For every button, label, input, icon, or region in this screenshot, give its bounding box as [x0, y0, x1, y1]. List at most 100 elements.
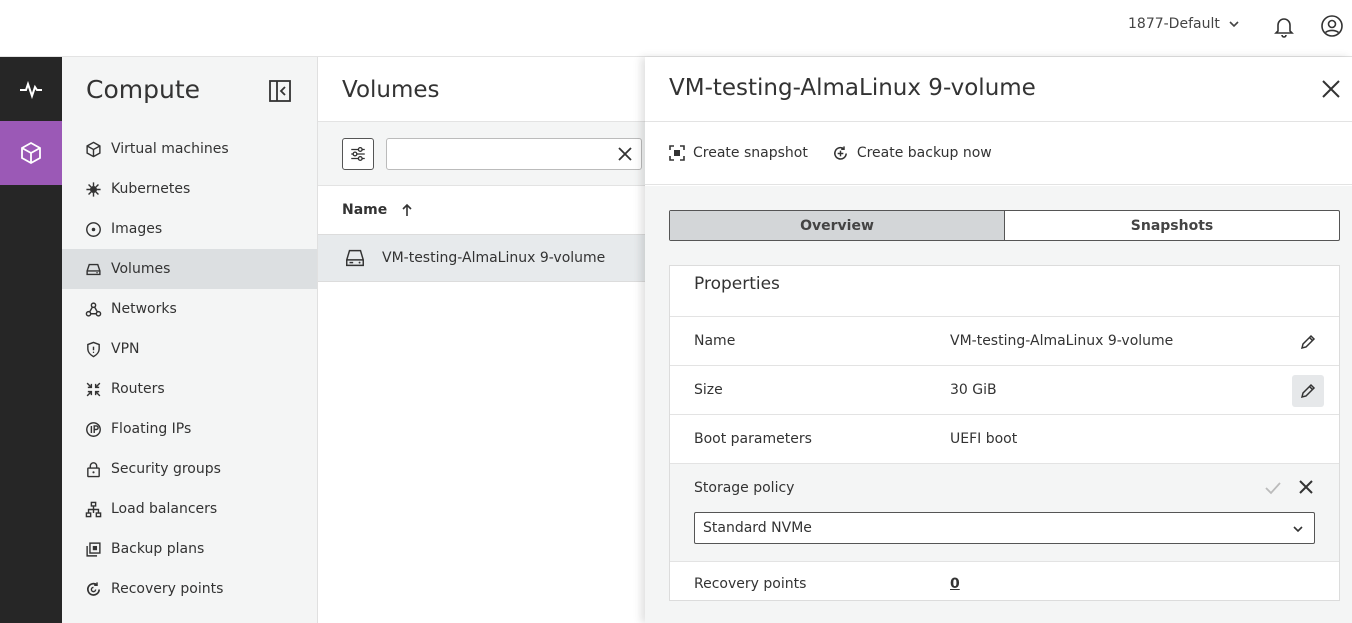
sidebar-item-vpn[interactable]: VPN	[62, 329, 317, 369]
property-value: 30 GiB	[950, 382, 997, 398]
property-name: Name VM-testing-AlmaLinux 9-volume	[670, 316, 1339, 365]
sidebar-item-backup-plans[interactable]: Backup plans	[62, 529, 317, 569]
storage-policy-select[interactable]: Standard NVMe	[694, 512, 1315, 544]
sidebar-item-label: Load balancers	[111, 501, 218, 517]
drawer-body: Overview Snapshots Properties Name VM-te…	[645, 186, 1352, 623]
property-label: Size	[694, 382, 723, 398]
create-backup-label: Create backup now	[856, 145, 992, 161]
chevron-down-icon	[1293, 526, 1303, 533]
sidebar-item-routers[interactable]: Routers	[62, 369, 317, 409]
sidebar-item-images[interactable]: Images	[62, 209, 317, 249]
edit-name-button[interactable]	[1292, 326, 1324, 358]
sidebar-item-kubernetes[interactable]: Kubernetes	[62, 169, 317, 209]
bell-icon	[1274, 18, 1294, 38]
property-label: Name	[694, 333, 736, 349]
tab-snapshots[interactable]: Snapshots	[1005, 211, 1339, 240]
volume-name: VM-testing-AlmaLinux 9-volume	[382, 250, 606, 266]
pencil-icon	[1300, 334, 1316, 350]
sidebar-item-label: Recovery points	[111, 581, 224, 597]
page-title: Volumes	[342, 77, 440, 103]
sidebar-item-label: Floating IPs	[111, 421, 192, 437]
sidebar-item-recovery-points[interactable]: Recovery points	[62, 569, 317, 609]
sidebar-item-security-groups[interactable]: Security groups	[62, 449, 317, 489]
property-size: Size 30 GiB	[670, 365, 1339, 414]
create-backup-button[interactable]: Create backup now	[832, 145, 992, 162]
property-label: Boot parameters	[694, 431, 812, 447]
sidebar-item-volumes[interactable]: Volumes	[62, 249, 317, 289]
check-icon[interactable]	[1264, 479, 1282, 497]
property-label: Storage policy	[694, 480, 795, 496]
column-header-name[interactable]: Name	[342, 202, 413, 218]
volume-detail-drawer: VM-testing-AlmaLinux 9-volume Create sna…	[645, 57, 1352, 623]
helm-icon	[85, 181, 102, 198]
network-icon	[85, 301, 102, 318]
drawer-actions: Create snapshot Create backup now	[645, 121, 1352, 185]
sidebar-item-label: Backup plans	[111, 541, 205, 557]
cube-outline-icon	[85, 141, 102, 158]
property-recovery-points: Recovery points 0	[670, 561, 1339, 601]
collapse-sidebar-icon[interactable]	[268, 79, 292, 103]
notifications-button[interactable]	[1271, 13, 1297, 39]
property-value: UEFI boot	[950, 431, 1018, 447]
copy-icon	[85, 541, 102, 558]
account-button[interactable]	[1319, 13, 1345, 39]
sidebar-item-networks[interactable]: Networks	[62, 289, 317, 329]
cube-icon	[21, 141, 41, 165]
floating-ip-icon	[85, 421, 102, 438]
select-value: Standard NVMe	[703, 520, 812, 536]
sidebar-item-label: Networks	[111, 301, 177, 317]
nav-title: Compute	[86, 75, 201, 104]
search-input[interactable]	[386, 138, 642, 170]
project-name: 1877-Default	[1128, 16, 1220, 32]
list-toolbar	[318, 121, 645, 186]
backup-icon	[833, 145, 847, 160]
create-snapshot-button[interactable]: Create snapshot	[669, 145, 808, 161]
clear-search-icon[interactable]	[617, 146, 633, 162]
app-rail	[0, 57, 62, 623]
compute-nav: Compute Virtual machines Kubernetes Imag…	[62, 57, 318, 623]
rail-monitoring[interactable]	[0, 57, 62, 121]
sort-ascending-icon	[402, 203, 412, 216]
rail-compute[interactable]	[0, 121, 62, 185]
property-value: VM-testing-AlmaLinux 9-volume	[950, 333, 1174, 349]
pulse-icon	[20, 80, 42, 100]
drawer-title: VM-testing-AlmaLinux 9-volume	[669, 75, 1036, 101]
lock-icon	[85, 461, 102, 478]
cancel-edit-icon[interactable]	[1298, 479, 1314, 495]
load-balancer-icon	[85, 501, 102, 518]
edit-size-button[interactable]	[1292, 375, 1324, 407]
nav-list: Virtual machines Kubernetes Images Volum…	[62, 129, 317, 609]
drawer-tabs: Overview Snapshots	[669, 210, 1340, 241]
filter-button[interactable]	[342, 138, 374, 170]
disc-icon	[85, 221, 102, 238]
drive-icon	[85, 261, 102, 278]
sidebar-item-label: Volumes	[111, 261, 171, 277]
sidebar-item-load-balancers[interactable]: Load balancers	[62, 489, 317, 529]
create-snapshot-label: Create snapshot	[693, 145, 808, 161]
user-circle-icon	[1321, 15, 1343, 37]
properties-card: Properties Name VM-testing-AlmaLinux 9-v…	[669, 265, 1340, 601]
sidebar-item-floating-ips[interactable]: Floating IPs	[62, 409, 317, 449]
sidebar-item-label: Routers	[111, 381, 165, 397]
table-row[interactable]: VM-testing-AlmaLinux 9-volume	[318, 234, 645, 282]
recovery-icon	[85, 581, 102, 598]
property-boot-parameters: Boot parameters UEFI boot	[670, 414, 1339, 463]
close-icon[interactable]	[1321, 79, 1341, 99]
sidebar-item-label: Security groups	[111, 461, 221, 477]
project-selector[interactable]: 1877-Default	[1128, 16, 1240, 32]
pencil-icon	[1300, 383, 1316, 399]
properties-title: Properties	[694, 274, 780, 294]
tab-overview[interactable]: Overview	[670, 211, 1005, 240]
recovery-points-link[interactable]: 0	[950, 576, 960, 592]
sidebar-item-label: VPN	[111, 341, 140, 357]
snapshot-icon	[669, 145, 685, 161]
sidebar-item-label: Kubernetes	[111, 181, 191, 197]
volumes-list-panel: Volumes Name VM-testing-AlmaLinux 9-volu…	[318, 57, 645, 623]
sidebar-item-virtual-machines[interactable]: Virtual machines	[62, 129, 317, 169]
property-label: Recovery points	[694, 576, 807, 592]
chevron-down-icon	[1229, 21, 1239, 28]
drive-icon	[346, 249, 364, 267]
sidebar-item-label: Images	[111, 221, 163, 237]
top-bar: 1877-Default	[0, 0, 1352, 57]
column-header-label: Name	[342, 202, 388, 218]
